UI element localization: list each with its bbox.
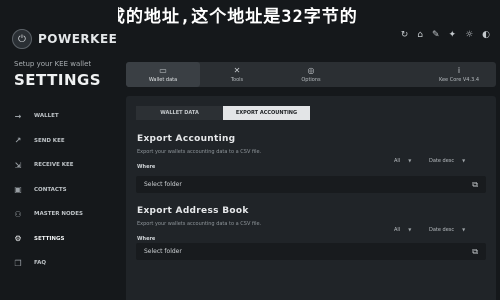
select-folder-label: Select folder (144, 181, 182, 188)
sidebar-item-master-nodes[interactable]: ⚇ MASTER NODES (12, 202, 83, 227)
nodes-icon: ⚇ (14, 209, 22, 219)
settings-subtabs: WALLET DATA EXPORT ACCOUNTING (136, 106, 310, 120)
copy-icon[interactable]: ⧉ (472, 247, 478, 257)
tab-options[interactable]: ◎ Options (274, 62, 348, 87)
edit-icon[interactable]: ✎ (432, 30, 440, 40)
sidebar-item-label: CONTACTS (34, 186, 67, 193)
sidebar-item-send-kee[interactable]: ↗ SEND KEE (12, 129, 83, 154)
send-icon: ↗ (14, 136, 22, 146)
sidebar: ⏻ POWERKEE Setup your KEE wallet SETTING… (0, 0, 118, 300)
power-logo-icon: ⏻ (12, 29, 32, 49)
settings-panel: WALLET DATA EXPORT ACCOUNTING Export Acc… (126, 96, 496, 300)
tools-icon: ✕ (233, 66, 241, 75)
refresh-icon[interactable]: ↻ (401, 30, 409, 40)
gear-icon: ⚙ (14, 234, 22, 244)
chevron-down-icon: ▼ (408, 158, 412, 163)
tab-label: Options (301, 77, 321, 83)
chevron-down-icon: ▼ (408, 227, 412, 232)
faq-icon: ❐ (14, 258, 22, 268)
sidebar-subtitle: Setup your KEE wallet (14, 60, 92, 68)
where-label: Where (137, 164, 156, 170)
sidebar-item-wallet[interactable]: → WALLET (12, 104, 83, 129)
theme-icon[interactable]: ◐ (482, 30, 490, 40)
sidebar-item-contacts[interactable]: ▣ CONTACTS (12, 178, 83, 203)
home-icon[interactable]: ⌂ (417, 30, 423, 40)
tab-kee-core[interactable]: i Kee Core V4.3.4 (422, 62, 496, 87)
sidebar-item-label: RECEIVE KEE (34, 162, 74, 169)
tab-label: Wallet data (148, 77, 178, 83)
info-icon: i (457, 66, 461, 75)
sidebar-item-receive-kee[interactable]: ⇲ RECEIVE KEE (12, 153, 83, 178)
select-folder-field[interactable]: Select folder ⧉ (136, 243, 486, 260)
options-icon: ◎ (307, 66, 315, 75)
top-toolbar: ↻ ⌂ ✎ ✦ ☼ ◐ (401, 30, 490, 40)
main-tabbar: ▭ Wallet data ✕ Tools ◎ Options i Kee Co… (126, 62, 496, 87)
tab-label: Kee Core V4.3.4 (438, 77, 480, 83)
sidebar-item-faq[interactable]: ❐ FAQ (12, 251, 83, 276)
section-desc: Export your wallets accounting data to a… (137, 221, 262, 227)
sort-date-select[interactable]: Date desc ▼ (429, 227, 465, 233)
sidebar-item-label: FAQ (34, 260, 47, 267)
tab-wallet-data[interactable]: ▭ Wallet data (126, 62, 200, 87)
filter-all-select[interactable]: All ▼ (394, 158, 411, 164)
star-icon[interactable]: ✦ (449, 30, 457, 40)
sun-icon[interactable]: ☼ (465, 30, 473, 40)
sidebar-item-settings[interactable]: ⚙ SETTINGS (12, 227, 83, 252)
tab-label: Tools (230, 77, 244, 83)
select-folder-label: Select folder (144, 248, 182, 255)
filter-all-select[interactable]: All ▼ (394, 227, 411, 233)
filter-all-value: All (394, 158, 401, 164)
section-desc: Export your wallets accounting data to a… (137, 149, 262, 155)
filter-all-value: All (394, 227, 401, 233)
section-title-export-accounting: Export Accounting (137, 134, 236, 144)
sort-date-value: Date desc (429, 227, 455, 233)
brand: ⏻ POWERKEE (12, 29, 117, 49)
arrow-right-icon: → (14, 111, 22, 121)
tab-empty (348, 62, 422, 87)
sort-date-value: Date desc (429, 158, 455, 164)
chevron-down-icon: ▼ (462, 227, 466, 232)
brand-name: POWERKEE (38, 32, 118, 46)
copy-icon[interactable]: ⧉ (472, 180, 478, 190)
chevron-down-icon: ▼ (462, 158, 466, 163)
where-label: Where (137, 236, 156, 242)
select-folder-field[interactable]: Select folder ⧉ (136, 176, 486, 193)
section-title-export-address-book: Export Address Book (137, 206, 249, 216)
sidebar-item-label: SETTINGS (34, 235, 65, 242)
sidebar-item-label: MASTER NODES (34, 211, 83, 218)
sidebar-item-label: SEND KEE (34, 137, 65, 144)
sidebar-item-label: WALLET (34, 113, 59, 120)
contacts-icon: ▣ (14, 185, 22, 195)
sort-date-select[interactable]: Date desc ▼ (429, 158, 465, 164)
wallet-icon: ▭ (159, 66, 167, 75)
sidebar-nav: → WALLET ↗ SEND KEE ⇲ RECEIVE KEE ▣ CONT… (12, 104, 83, 276)
page-title: SETTINGS (14, 71, 102, 89)
tab-tools[interactable]: ✕ Tools (200, 62, 274, 87)
subtab-wallet-data[interactable]: WALLET DATA (136, 106, 223, 120)
receive-icon: ⇲ (14, 160, 22, 170)
subtab-export-accounting[interactable]: EXPORT ACCOUNTING (223, 106, 310, 120)
